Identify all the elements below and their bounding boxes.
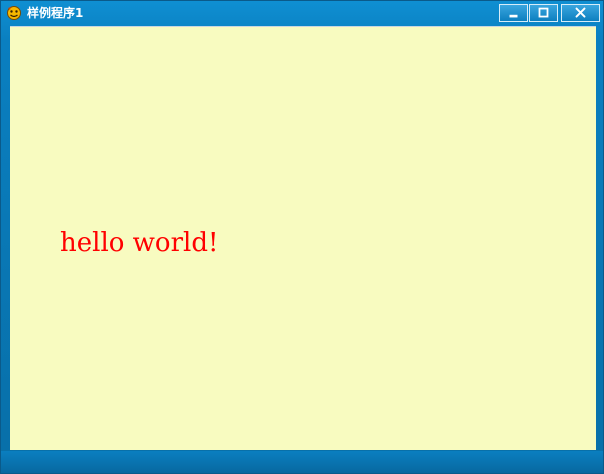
maximize-icon [538,7,549,18]
minimize-icon [509,14,518,18]
client-area[interactable]: hello world! [10,26,596,450]
app-window: 样例程序1 hello world! [0,0,604,474]
window-bottom-border [1,451,603,473]
close-button[interactable] [561,4,600,22]
app-icon[interactable] [6,5,22,21]
window-title: 样例程序1 [27,6,84,20]
maximize-button[interactable] [529,4,558,22]
hello-text: hello world! [60,228,219,258]
close-icon [575,7,586,18]
title-bar[interactable]: 样例程序1 [1,1,603,25]
minimize-button[interactable] [499,4,528,22]
